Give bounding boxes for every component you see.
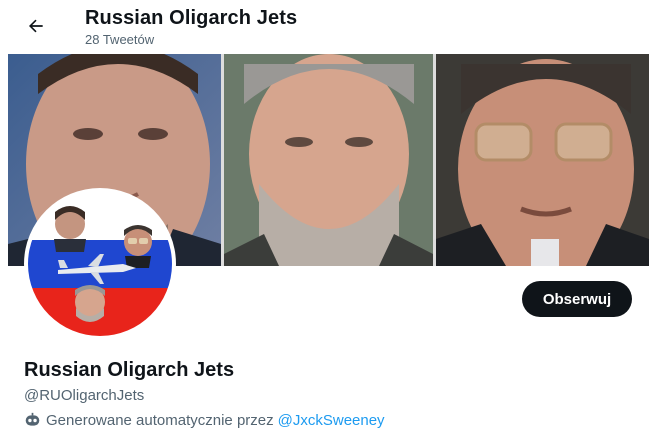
banner-photo-center bbox=[224, 54, 433, 266]
bot-icon bbox=[25, 412, 40, 426]
back-button[interactable] bbox=[22, 12, 50, 40]
bio-author-link[interactable]: @JxckSweeney bbox=[278, 412, 385, 429]
profile-handle: @RUOligarchJets bbox=[24, 387, 145, 404]
arrow-left-icon bbox=[29, 19, 43, 33]
bio-text: Generowane automatycznie przez bbox=[46, 412, 274, 429]
avatar-image bbox=[28, 192, 172, 336]
tweet-count: 28 Tweetów bbox=[85, 32, 155, 47]
page-title: Russian Oligarch Jets bbox=[85, 7, 298, 29]
profile-name: Russian Oligarch Jets bbox=[24, 359, 235, 381]
top-bar: Russian Oligarch Jets 28 Tweetów bbox=[0, 0, 655, 52]
avatar[interactable] bbox=[24, 188, 176, 340]
banner-photo-right bbox=[436, 54, 649, 266]
profile-bio: Generowane automatycznie przez @JxckSwee… bbox=[24, 412, 385, 429]
follow-button[interactable]: Obserwuj bbox=[522, 281, 632, 317]
